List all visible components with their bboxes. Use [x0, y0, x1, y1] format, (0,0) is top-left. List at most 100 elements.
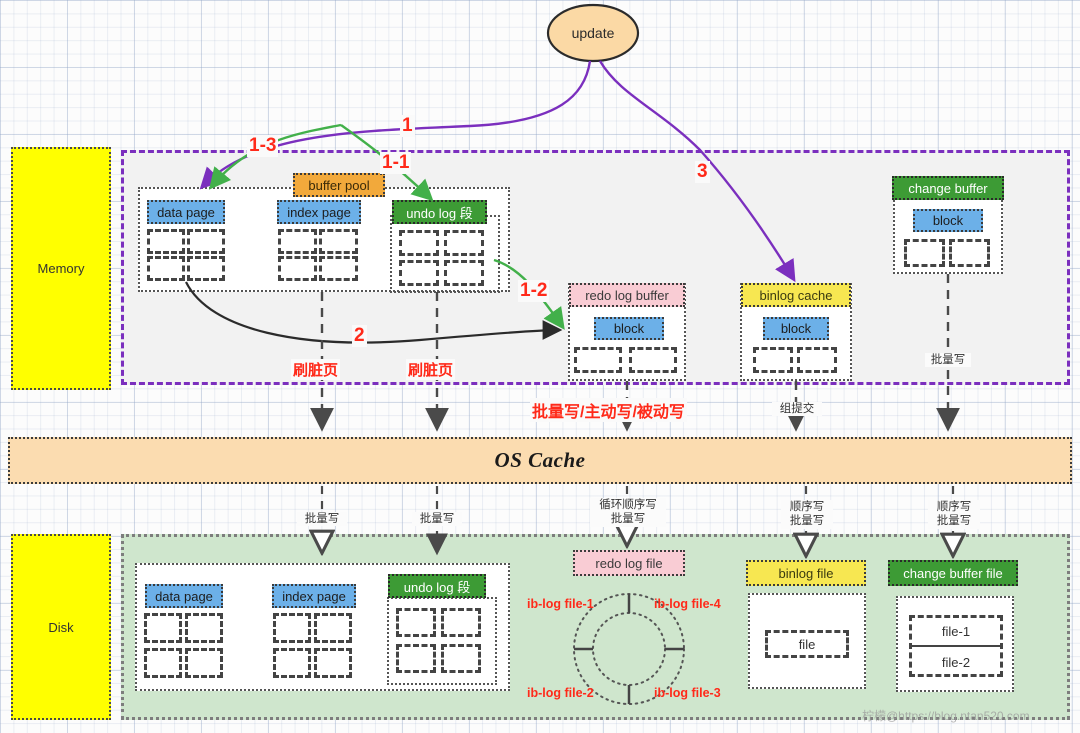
- disk-index-page-cells: [273, 613, 353, 679]
- redo-log-buffer-block[interactable]: block: [594, 317, 664, 340]
- change-buffer-file-1-label: file-1: [941, 623, 971, 639]
- ib-log-file-4-label: ib-log file-4: [654, 597, 721, 611]
- update-node-label: update: [571, 25, 615, 41]
- update-node-label-wrap[interactable]: update: [548, 5, 638, 61]
- disk-undo-log-cells: [396, 608, 484, 674]
- change-buffer-write-line1: 顺序写: [936, 501, 972, 513]
- disk-data-page-cells: [144, 613, 224, 679]
- change-buffer-file-2-label: file-2: [941, 654, 971, 670]
- disk-label-text: Disk: [48, 619, 74, 635]
- ib-log-file-3-label: ib-log file-3: [654, 686, 721, 700]
- redo-log-buffer-cells: [574, 347, 679, 373]
- page-cell: [273, 613, 311, 643]
- disk-index-page-tag[interactable]: index page: [272, 584, 356, 608]
- redo-log-buffer-tag[interactable]: redo log buffer: [569, 283, 685, 307]
- binlog-file-label: binlog file: [778, 565, 834, 581]
- dirty-page-label-2-text: 刷脏页: [408, 362, 454, 379]
- ib-log-file-1-text: ib-log file-1: [527, 597, 594, 611]
- page-cell: [399, 230, 439, 256]
- page-cell: [144, 648, 182, 678]
- page-cell: [278, 256, 317, 281]
- redo-write-label: 批量写/主动写/被动写: [530, 398, 687, 422]
- disk-write-label-binlog: 顺序写 批量写: [781, 500, 833, 529]
- memory-data-page-label: data page: [157, 204, 215, 220]
- page-cell: [147, 256, 185, 281]
- page-cell: [314, 648, 352, 678]
- redo-log-write-line2: 批量写: [610, 513, 646, 526]
- binlog-write-line1: 顺序写: [789, 501, 825, 513]
- binlog-cache-label: binlog cache: [759, 287, 833, 303]
- flow-number-1-2-text: 1-2: [520, 280, 548, 301]
- binlog-file-inner-label: file: [798, 636, 816, 652]
- group-commit-label-text: 组提交: [779, 403, 815, 415]
- os-cache-label: OS Cache: [494, 448, 586, 472]
- change-buffer-file-separator: [911, 645, 1001, 647]
- flow-number-3: 3: [695, 161, 710, 183]
- disk-undo-log-tag[interactable]: undo log 段: [388, 574, 486, 598]
- disk-write-label-data-page: 批量写: [297, 512, 347, 527]
- buffer-pool-tag[interactable]: buffer pool: [293, 173, 385, 197]
- change-buffer-block-label: block: [932, 213, 964, 228]
- page-cell: [314, 613, 352, 643]
- redo-log-write-line1: 循环顺序写: [599, 499, 657, 511]
- flow-number-2-text: 2: [354, 325, 365, 346]
- page-cell: [399, 260, 439, 286]
- page-cell: [273, 648, 311, 678]
- flow-number-1-text: 1: [402, 115, 413, 136]
- page-cell: [144, 613, 182, 643]
- change-buffer-tag[interactable]: change buffer: [892, 176, 1004, 200]
- redo-log-file-label: redo log file: [595, 555, 663, 571]
- change-buffer-file-tag[interactable]: change buffer file: [888, 560, 1018, 586]
- flow-number-1-3-text: 1-3: [249, 135, 277, 156]
- ib-log-file-1-label: ib-log file-1: [527, 597, 594, 611]
- memory-index-page-cells: [278, 229, 358, 281]
- disk-write-label-index-page-text: 批量写: [419, 513, 455, 525]
- dirty-page-label-2: 刷脏页: [406, 359, 456, 380]
- change-buffer-label: change buffer: [908, 180, 988, 196]
- redo-log-buffer-block-label: block: [613, 321, 645, 336]
- dirty-page-label-1-text: 刷脏页: [293, 362, 339, 379]
- disk-write-label-data-page-text: 批量写: [304, 513, 340, 525]
- ib-log-file-2-text: ib-log file-2: [527, 686, 594, 700]
- page-cell: [441, 608, 481, 637]
- change-buffer-write-line2: 批量写: [936, 515, 972, 528]
- page-cell: [904, 239, 945, 267]
- flow-number-2: 2: [352, 325, 367, 347]
- disk-undo-log-label: undo log 段: [403, 579, 471, 595]
- change-buffer-write-label-text: 批量写: [930, 354, 966, 366]
- page-cell: [753, 347, 793, 373]
- binlog-write-line2: 批量写: [789, 515, 825, 528]
- binlog-cache-block-label: block: [780, 321, 812, 336]
- disk-data-page-tag[interactable]: data page: [145, 584, 223, 608]
- memory-undo-log-label: undo log 段: [406, 205, 473, 221]
- binlog-file-tag[interactable]: binlog file: [746, 560, 866, 586]
- page-cell: [319, 256, 358, 281]
- change-buffer-file-1: file-1: [909, 617, 1003, 645]
- disk-data-page-label: data page: [155, 588, 213, 604]
- change-buffer-block[interactable]: block: [913, 209, 983, 232]
- page-cell: [147, 229, 185, 254]
- page-cell: [319, 229, 358, 254]
- memory-undo-log-cells: [399, 230, 487, 286]
- memory-undo-log-tag[interactable]: undo log 段: [392, 200, 487, 224]
- disk-write-label-change-buffer: 顺序写 批量写: [928, 500, 980, 529]
- redo-write-label-text: 批量写/主动写/被动写: [532, 404, 685, 421]
- memory-side-label: Memory: [11, 147, 111, 390]
- page-cell: [949, 239, 990, 267]
- change-buffer-write-label: 批量写: [925, 353, 971, 368]
- page-cell: [444, 260, 484, 286]
- dirty-page-label-1: 刷脏页: [291, 359, 341, 380]
- redo-log-buffer-label: redo log buffer: [585, 287, 669, 303]
- page-cell: [185, 613, 223, 643]
- page-cell: [629, 347, 677, 373]
- binlog-cache-block[interactable]: block: [763, 317, 829, 340]
- disk-write-label-index-page: 批量写: [412, 512, 462, 527]
- memory-data-page-tag[interactable]: data page: [147, 200, 225, 224]
- binlog-cache-tag[interactable]: binlog cache: [741, 283, 851, 307]
- redo-log-file-tag[interactable]: redo log file: [573, 550, 685, 576]
- page-cell: [444, 230, 484, 256]
- change-buffer-cells: [904, 239, 992, 267]
- flow-number-1-1: 1-1: [380, 152, 412, 174]
- memory-index-page-tag[interactable]: index page: [277, 200, 361, 224]
- flow-number-3-text: 3: [697, 161, 708, 182]
